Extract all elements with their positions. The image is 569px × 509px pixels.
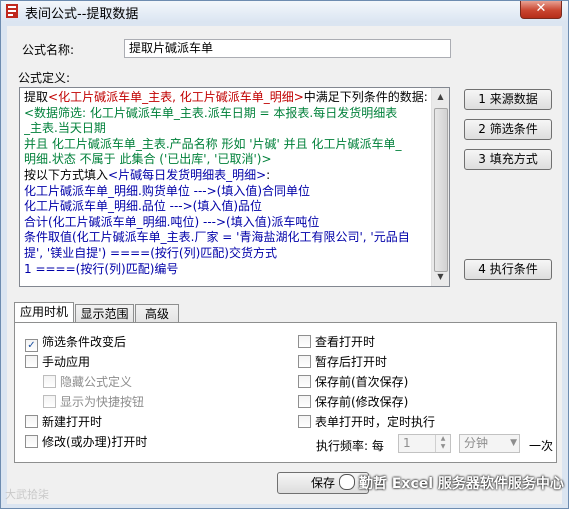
option-after-filter-change[interactable]: ✓ 筛选条件改变后: [25, 335, 126, 352]
watermark-right: 勤哲 Excel 服务器软件服务中心: [339, 473, 564, 493]
window-title: 表间公式--提取数据: [25, 7, 139, 22]
checkbox[interactable]: [25, 415, 38, 428]
formula-line: 化工片碱派车单_明细.购货单位 --->(填入值)合同单位: [24, 183, 311, 198]
execute-condition-button[interactable]: 4 执行条件: [464, 259, 552, 280]
app-icon: [6, 4, 18, 18]
checkbox[interactable]: [43, 395, 56, 408]
scrollbar-thumb[interactable]: [434, 108, 448, 272]
formula-line: <数据筛选: 化工片碱派车单_主表.派车日期 = 本报表.每日发货明细表: [24, 105, 398, 120]
option-show-as-shortcut[interactable]: 显示为快捷按钮: [43, 395, 144, 411]
frequency-unit-select[interactable]: 分钟 ▼: [459, 434, 520, 453]
formula-line: 化工片碱派车单_明细.品位 --->(填入值)品位: [24, 199, 263, 214]
formula-line: 合计(化工片碱派车单_明细.吨位) --->(填入值)派车吨位: [24, 214, 320, 229]
checkbox[interactable]: [43, 375, 56, 388]
option-on-edit-open[interactable]: 修改(或办理)打开时: [25, 435, 147, 451]
dialog-body: 公式名称: 提取片碱派车单 公式定义: 提取<化工片碱派车单_主表, 化工片碱派…: [7, 26, 562, 504]
frequency-stepper[interactable]: 1 ▲ ▼: [398, 434, 451, 453]
checkbox[interactable]: [298, 375, 311, 388]
source-data-button[interactable]: 1 来源数据: [464, 89, 552, 110]
formula-line: 明细.状态 不属于 此集合 ('已出库', '已取消')>: [24, 152, 272, 167]
formula-line: 1 ====(按行(列)匹配)编号: [24, 261, 179, 276]
fill-method-button[interactable]: 3 填充方式: [464, 149, 552, 170]
frequency-suffix: 一次: [529, 439, 554, 453]
option-timed-execution[interactable]: 表单打开时，定时执行: [298, 415, 435, 431]
title-bar[interactable]: 表间公式--提取数据 ✕: [1, 1, 568, 22]
checkbox[interactable]: ✓: [25, 339, 38, 352]
watermark-left: 大武拾柒: [5, 488, 49, 501]
formula-line: 并且 化工片碱派车单_主表.产品名称 形如 '片碱' 并且 化工片碱派车单_: [24, 136, 402, 151]
tab-apply-timing[interactable]: 应用时机: [14, 302, 74, 323]
option-after-draft-save[interactable]: 暂存后打开时: [298, 355, 387, 371]
option-manual-apply[interactable]: 手动应用: [25, 355, 90, 371]
stepper-arrows-icon[interactable]: ▲ ▼: [435, 435, 450, 452]
formula-line: 按以下方式填入<片碱每日发货明细表_明细>:: [24, 167, 271, 182]
chevron-down-icon: ▼: [510, 438, 517, 448]
checkbox[interactable]: [298, 335, 311, 348]
option-hide-formula[interactable]: 隐藏公式定义: [43, 375, 132, 391]
formula-name-input[interactable]: 提取片碱派车单: [124, 39, 451, 58]
formula-line: 提', '镁业自提') ====(按行(列)匹配)交货方式: [24, 245, 277, 260]
vertical-scrollbar[interactable]: ▲ ▼: [431, 88, 449, 286]
close-icon: ✕: [535, 1, 547, 16]
checkbox[interactable]: [298, 415, 311, 428]
formula-line: _主表.当天日期: [24, 121, 106, 136]
frequency-label: 执行频率: 每: [316, 439, 384, 453]
formula-definition-label: 公式定义:: [18, 69, 74, 86]
checkbox[interactable]: [298, 395, 311, 408]
checkbox[interactable]: [298, 355, 311, 368]
option-on-view-open[interactable]: 查看打开时: [298, 335, 375, 351]
formula-line: 条件取值(化工片碱派车单_主表.厂家 = '青海盐湖化工有限公司', '元品自: [24, 230, 410, 245]
scroll-down-icon[interactable]: ▼: [433, 269, 448, 285]
formula-line: 提取<化工片碱派车单_主表, 化工片碱派车单_明细>中满足下列条件的数据:: [24, 90, 428, 104]
formula-text: 提取<化工片碱派车单_主表, 化工片碱派车单_明细>中满足下列条件的数据: <数…: [24, 90, 432, 277]
formula-name-label: 公式名称:: [22, 43, 75, 57]
scroll-up-icon[interactable]: ▲: [433, 89, 448, 105]
tab-advanced[interactable]: 高级: [135, 304, 179, 323]
formula-definition-box[interactable]: 提取<化工片碱派车单_主表, 化工片碱派车单_明细>中满足下列条件的数据: <数…: [19, 87, 450, 287]
checkbox[interactable]: [25, 435, 38, 448]
dialog-window: 表间公式--提取数据 ✕ 公式名称: 提取片碱派车单 公式定义: 提取<化工片碱…: [0, 0, 569, 509]
tab-display-range[interactable]: 显示范围: [75, 304, 134, 323]
filter-condition-button[interactable]: 2 筛选条件: [464, 119, 552, 140]
checkbox[interactable]: [25, 355, 38, 368]
option-before-edit-save[interactable]: 保存前(修改保存): [298, 395, 408, 411]
wechat-icon: [339, 474, 355, 490]
close-button[interactable]: ✕: [520, 1, 562, 19]
option-before-first-save[interactable]: 保存前(首次保存): [298, 375, 408, 391]
option-on-new-open[interactable]: 新建打开时: [25, 415, 102, 431]
